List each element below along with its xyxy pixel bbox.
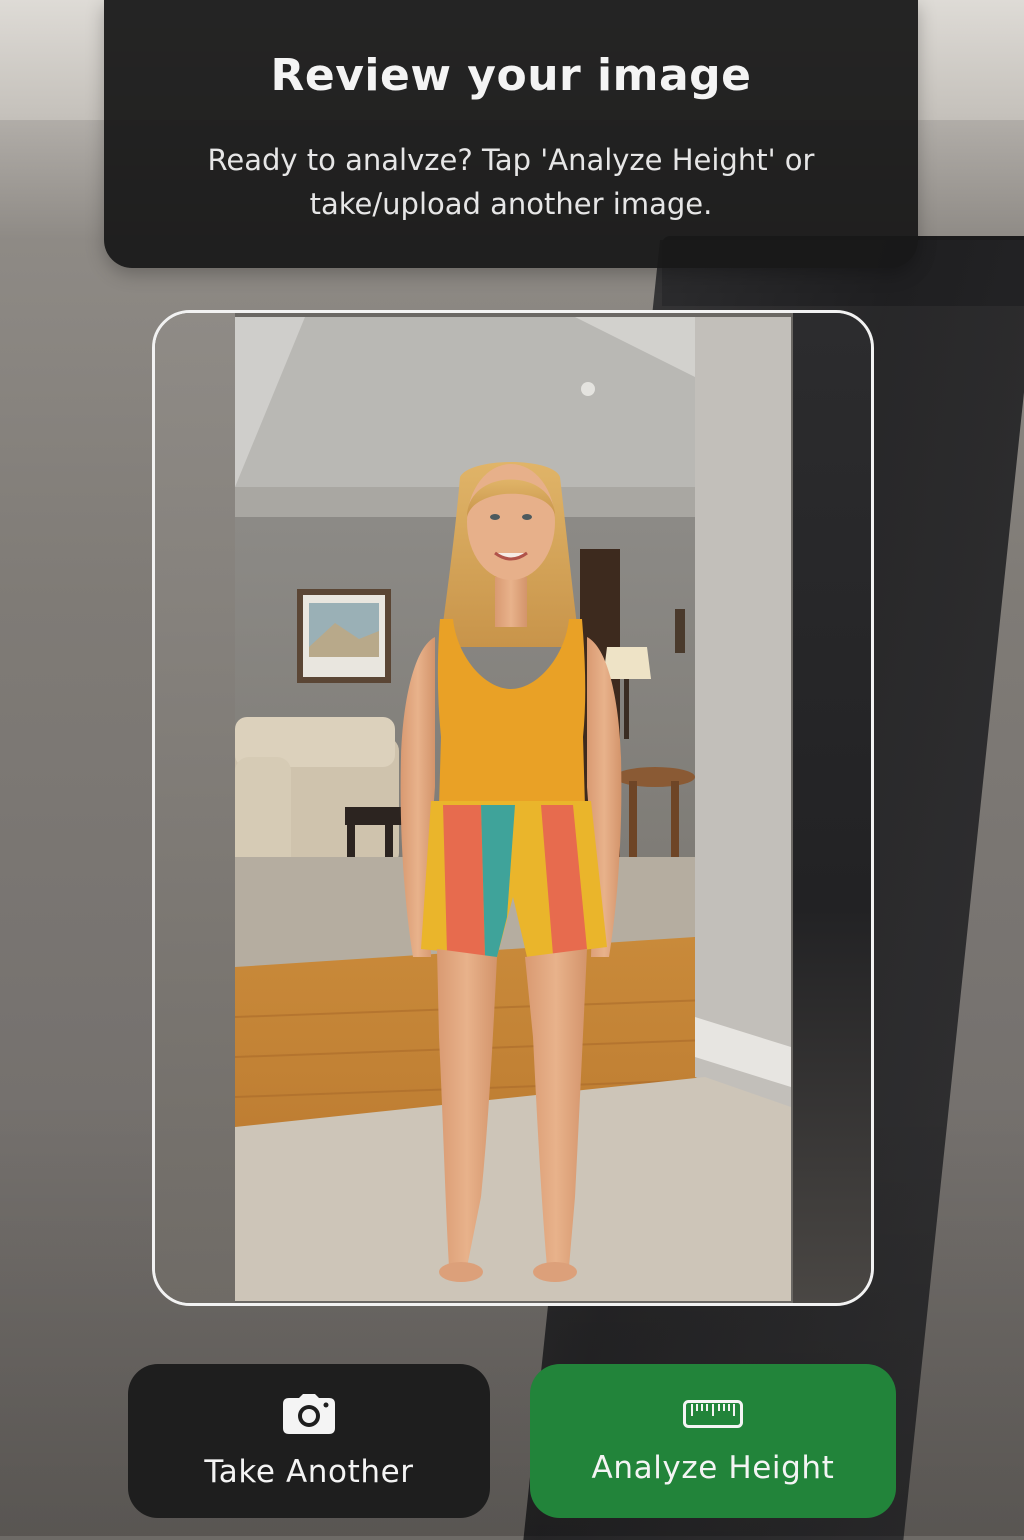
take-another-label: Take Another <box>204 1454 414 1490</box>
camera-icon <box>283 1394 335 1438</box>
analyze-height-label: Analyze Height <box>591 1450 835 1486</box>
analyze-height-button[interactable]: Analyze Height <box>530 1364 896 1518</box>
take-another-button[interactable]: Take Another <box>128 1364 490 1518</box>
instructions-text: Ready to analvze? Tap 'Analyze Height' o… <box>207 143 815 221</box>
image-preview-frame <box>152 310 874 1306</box>
person-photo-illustration <box>235 317 791 1301</box>
captured-photo <box>235 317 791 1301</box>
review-header-card: Review your image Ready to analvze? Tap … <box>104 0 918 268</box>
ruler-icon <box>683 1400 743 1432</box>
preview-margin-right <box>793 313 871 1303</box>
page-title: Review your image <box>270 50 752 101</box>
preview-margin-left <box>155 313 235 1303</box>
